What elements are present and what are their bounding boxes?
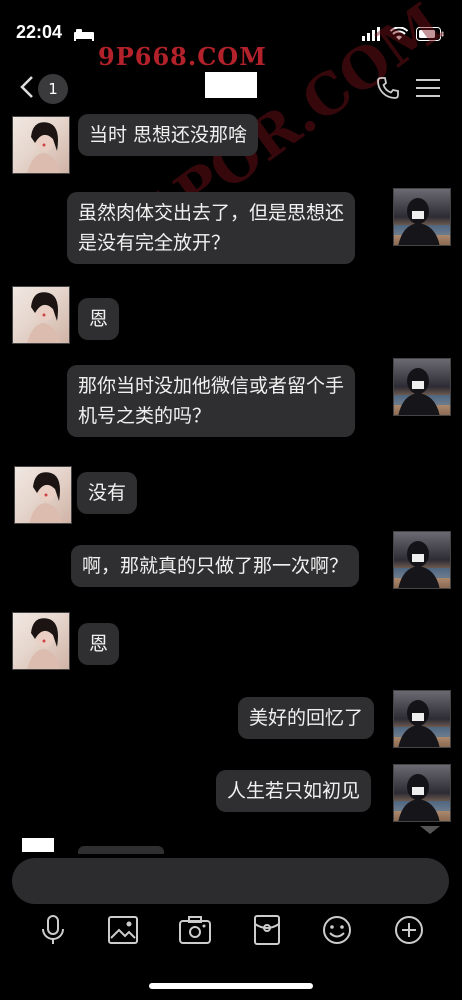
message-input[interactable]: [12, 858, 449, 904]
wifi-icon: [389, 26, 409, 45]
my-avatar[interactable]: [393, 764, 451, 822]
chat-title-redacted: [205, 72, 257, 98]
chat-header: 1: [0, 68, 462, 112]
message-bubble[interactable]: 恩: [78, 298, 120, 340]
my-avatar[interactable]: [393, 531, 451, 589]
contact-avatar[interactable]: [12, 116, 70, 174]
scroll-indicator: [420, 826, 440, 834]
battery-icon: [416, 26, 444, 45]
my-avatar[interactable]: [393, 358, 451, 416]
contact-avatar[interactable]: [12, 612, 70, 670]
unread-count-badge: 1: [38, 74, 68, 104]
status-indicators: [362, 26, 444, 45]
image-icon[interactable]: [106, 912, 140, 948]
back-button[interactable]: 1: [20, 74, 68, 104]
chevron-left-icon: [20, 75, 34, 103]
menu-icon[interactable]: [416, 78, 440, 102]
redacted-avatar: [22, 838, 54, 852]
message-bubble[interactable]: 当时 思想还没那啥: [78, 114, 259, 156]
message-bubble[interactable]: 啊，那就真的只做了那一次啊？: [71, 545, 360, 587]
microphone-icon[interactable]: [36, 912, 70, 948]
my-avatar[interactable]: [393, 188, 451, 246]
message-bubble[interactable]: 恩: [78, 623, 120, 665]
message-bubble[interactable]: 没有: [77, 472, 138, 514]
message-bubble[interactable]: 虽然肉体交出去了，但是思想还 是没有完全放开？: [67, 192, 356, 264]
plus-icon[interactable]: [392, 912, 426, 948]
chat-toolbar: [0, 912, 462, 952]
message-bubble[interactable]: 那你当时没加他微信或者留个手 机号之类的吗？: [67, 365, 356, 437]
watermark-logo: 9P668.COM: [98, 42, 267, 71]
sleep-mode-icon: [74, 26, 94, 45]
emoji-icon[interactable]: [320, 912, 354, 948]
contact-avatar[interactable]: [12, 286, 70, 344]
status-time: 22:04: [16, 22, 63, 42]
my-avatar[interactable]: [393, 690, 451, 748]
signal-icon: [362, 26, 382, 45]
phone-icon[interactable]: [376, 76, 400, 104]
message-bubble[interactable]: 美好的回忆了: [238, 697, 375, 739]
red-packet-icon[interactable]: [250, 912, 284, 948]
contact-avatar[interactable]: [14, 466, 72, 524]
message-bubble[interactable]: 人生若只如初见: [216, 770, 372, 812]
camera-icon[interactable]: [178, 912, 212, 948]
partial-message-bubble: [78, 846, 164, 854]
home-indicator[interactable]: [149, 983, 313, 989]
